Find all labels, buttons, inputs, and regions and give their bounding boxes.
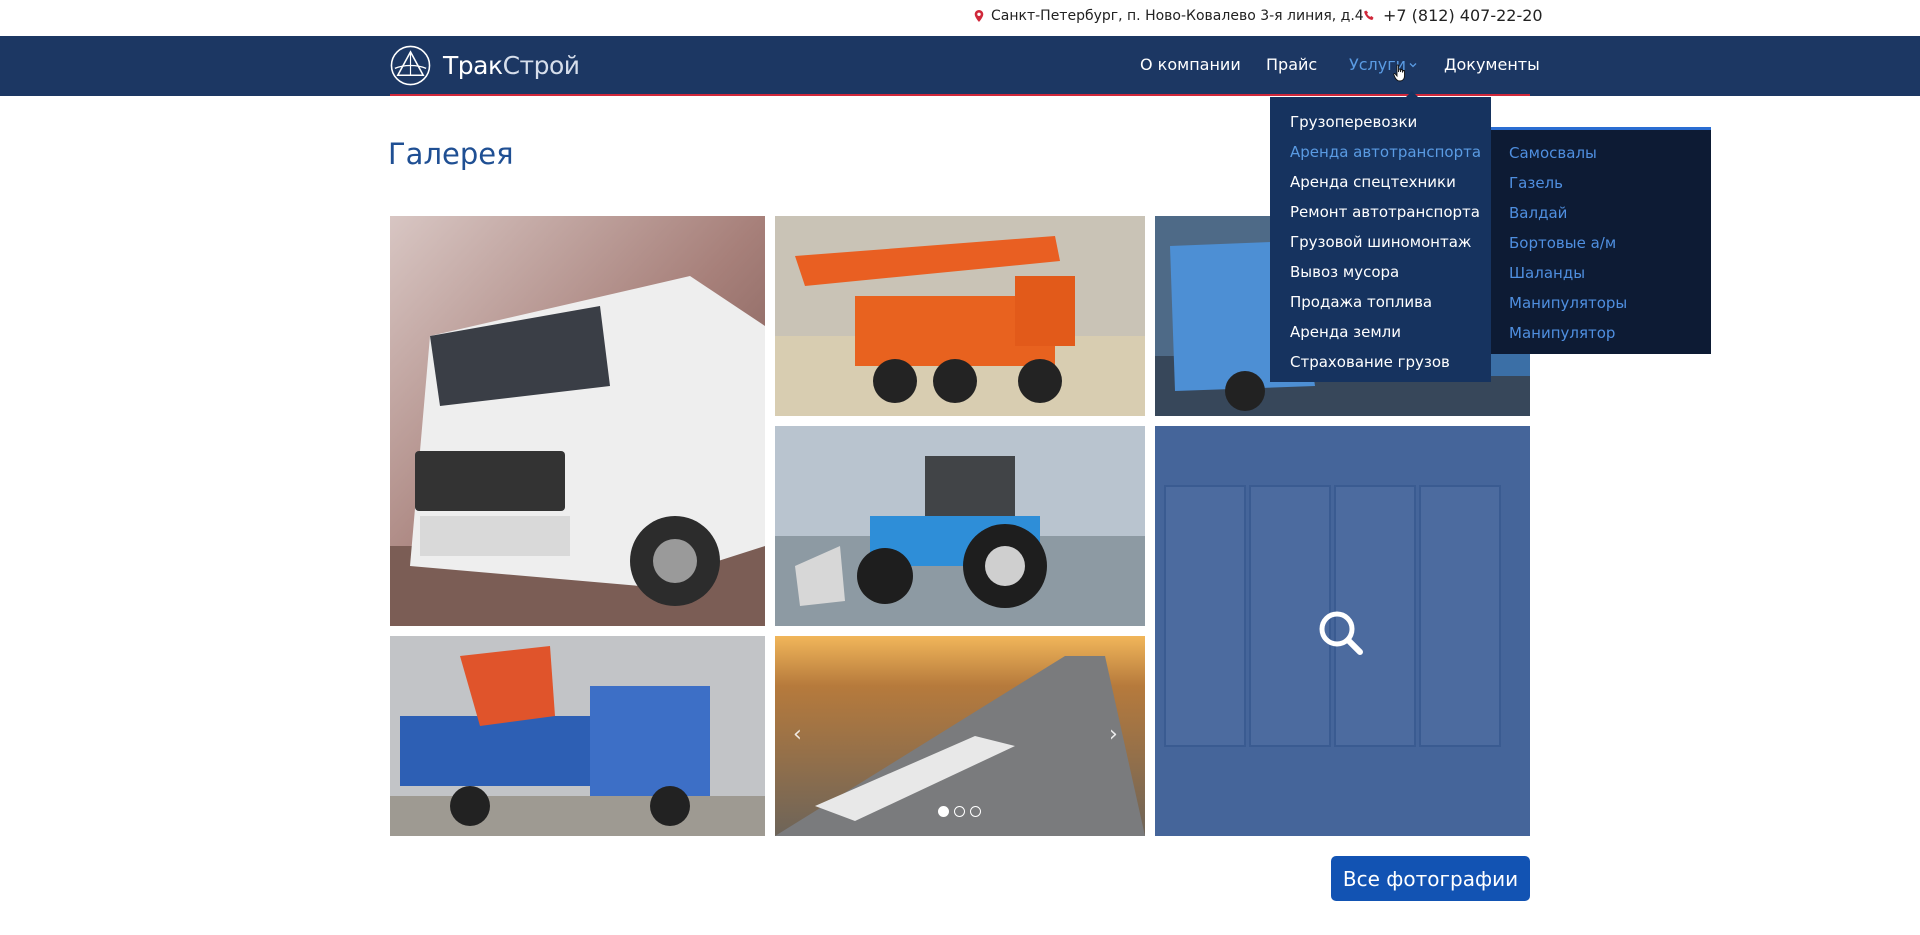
- phone[interactable]: +7 (812) 407-22-20: [1364, 6, 1543, 25]
- gallery-photo-white-truck[interactable]: [390, 216, 765, 626]
- gallery-photo-fleet-hover[interactable]: [1155, 426, 1530, 836]
- vehicle-rental-submenu: Самосвалы Газель Валдай Бортовые а/м Шал…: [1491, 127, 1711, 354]
- main-navbar: ТракСтрой О компании Прайс Услуги Докуме…: [0, 36, 1920, 96]
- phone-text[interactable]: +7 (812) 407-22-20: [1383, 6, 1543, 25]
- all-photos-button[interactable]: Все фотографии: [1331, 856, 1530, 901]
- slider-dot-2[interactable]: [954, 806, 965, 817]
- top-info-bar: Санкт-Петербург, п. Ново-Ковалево 3-я ли…: [0, 0, 1920, 36]
- dropdown-item-waste-removal[interactable]: Вывоз мусора: [1270, 257, 1491, 287]
- nav-documents[interactable]: Документы: [1444, 55, 1540, 74]
- submenu-item-valdai[interactable]: Валдай: [1491, 198, 1711, 228]
- address-text: Санкт-Петербург, п. Ново-Ковалево 3-я ли…: [991, 8, 1364, 24]
- submenu-item-manipulators[interactable]: Манипуляторы: [1491, 288, 1711, 318]
- nav-about[interactable]: О компании: [1140, 55, 1241, 74]
- submenu-item-gazelle[interactable]: Газель: [1491, 168, 1711, 198]
- logo[interactable]: ТракСтрой: [390, 45, 580, 86]
- dropdown-item-fuel-sale[interactable]: Продажа топлива: [1270, 287, 1491, 317]
- submenu-item-dump-trucks[interactable]: Самосвалы: [1491, 138, 1711, 168]
- gallery-photo-tractor[interactable]: [775, 426, 1145, 626]
- slider-prev-arrow[interactable]: ‹: [793, 722, 811, 747]
- gallery-photo-manipulator[interactable]: [390, 636, 765, 836]
- nav-price[interactable]: Прайс: [1266, 55, 1317, 74]
- slider-dots: [938, 806, 981, 817]
- nav-accent-line: [390, 94, 1530, 96]
- slider-dot-3[interactable]: [970, 806, 981, 817]
- dropdown-item-vehicle-rental[interactable]: Аренда автотранспорта: [1270, 137, 1491, 167]
- slider-dot-1[interactable]: [938, 806, 949, 817]
- slider-next-arrow[interactable]: ›: [1109, 722, 1127, 747]
- gallery-photo-crane[interactable]: [775, 216, 1145, 416]
- chevron-down-icon: [1409, 63, 1417, 68]
- address: Санкт-Петербург, п. Ново-Ковалево 3-я ли…: [974, 8, 1364, 24]
- submenu-item-flatbed[interactable]: Бортовые а/м: [1491, 228, 1711, 258]
- logo-icon: [390, 45, 431, 86]
- dropdown-item-tire-service[interactable]: Грузовой шиномонтаж: [1270, 227, 1491, 257]
- map-pin-icon: [974, 10, 984, 22]
- logo-text: ТракСтрой: [443, 51, 580, 80]
- hand-cursor-icon: [1393, 64, 1405, 82]
- submenu-item-shalandy[interactable]: Шаланды: [1491, 258, 1711, 288]
- search-icon[interactable]: [1317, 609, 1365, 657]
- page-title: Галерея: [388, 137, 514, 171]
- dropdown-item-cargo[interactable]: Грузоперевозки: [1270, 107, 1491, 137]
- dropdown-item-land-rental[interactable]: Аренда земли: [1270, 317, 1491, 347]
- phone-icon: [1364, 10, 1374, 20]
- dropdown-item-special-equipment[interactable]: Аренда спецтехники: [1270, 167, 1491, 197]
- services-dropdown: Грузоперевозки Аренда автотранспорта Аре…: [1270, 97, 1491, 382]
- dropdown-item-repair[interactable]: Ремонт автотранспорта: [1270, 197, 1491, 227]
- dropdown-item-cargo-insurance[interactable]: Страхование грузов: [1270, 347, 1491, 377]
- submenu-item-manipulator[interactable]: Манипулятор: [1491, 318, 1711, 348]
- gallery-slider[interactable]: ‹ ›: [775, 636, 1145, 836]
